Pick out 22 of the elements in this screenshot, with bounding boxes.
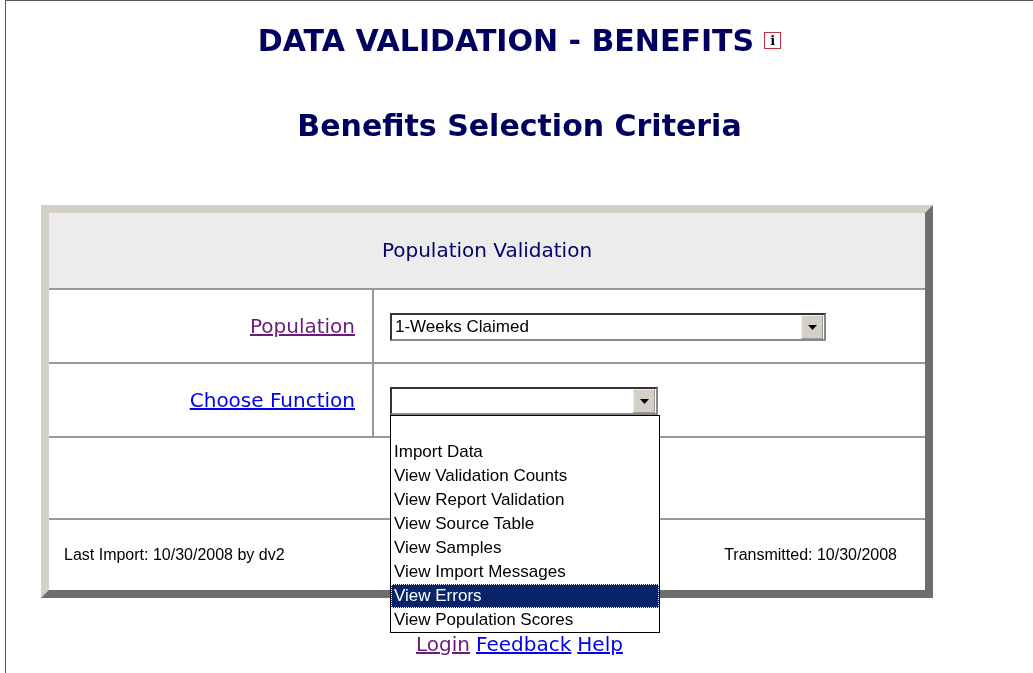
dropdown-option[interactable]: View Import Messages [391,560,659,584]
panel-heading: Population Validation [49,213,925,290]
select-field[interactable] [390,387,658,415]
page-title: DATA VALIDATION - BENEFITS [257,23,755,58]
dropdown-option[interactable]: Import Data [391,440,659,464]
field-link[interactable]: Population [249,314,355,338]
field-link[interactable]: Choose Function [189,388,355,412]
select-field[interactable]: 1-Weeks Claimed [390,313,826,341]
footer-link[interactable]: Login [416,632,471,656]
page-subtitle: Benefits Selection Criteria [296,108,743,143]
dropdown-option[interactable]: View Errors [391,584,659,608]
dropdown-option[interactable]: View Validation Counts [391,464,659,488]
select-value: 1-Weeks Claimed [394,317,530,337]
dropdown-option[interactable]: View Source Table [391,512,659,536]
footer-link[interactable]: Help [577,632,623,656]
footer-link[interactable]: Feedback [476,632,572,656]
dropdown-option[interactable]: View Samples [391,536,659,560]
dropdown-option[interactable]: View Population Scores [391,608,659,632]
transmitted-text: Transmitted: 10/30/2008 [724,546,897,564]
dropdown-option[interactable]: View Report Validation [391,488,659,512]
last-import-text: Last Import: 10/30/2008 by dv2 [64,546,285,564]
info-icon[interactable]: i [764,32,782,49]
